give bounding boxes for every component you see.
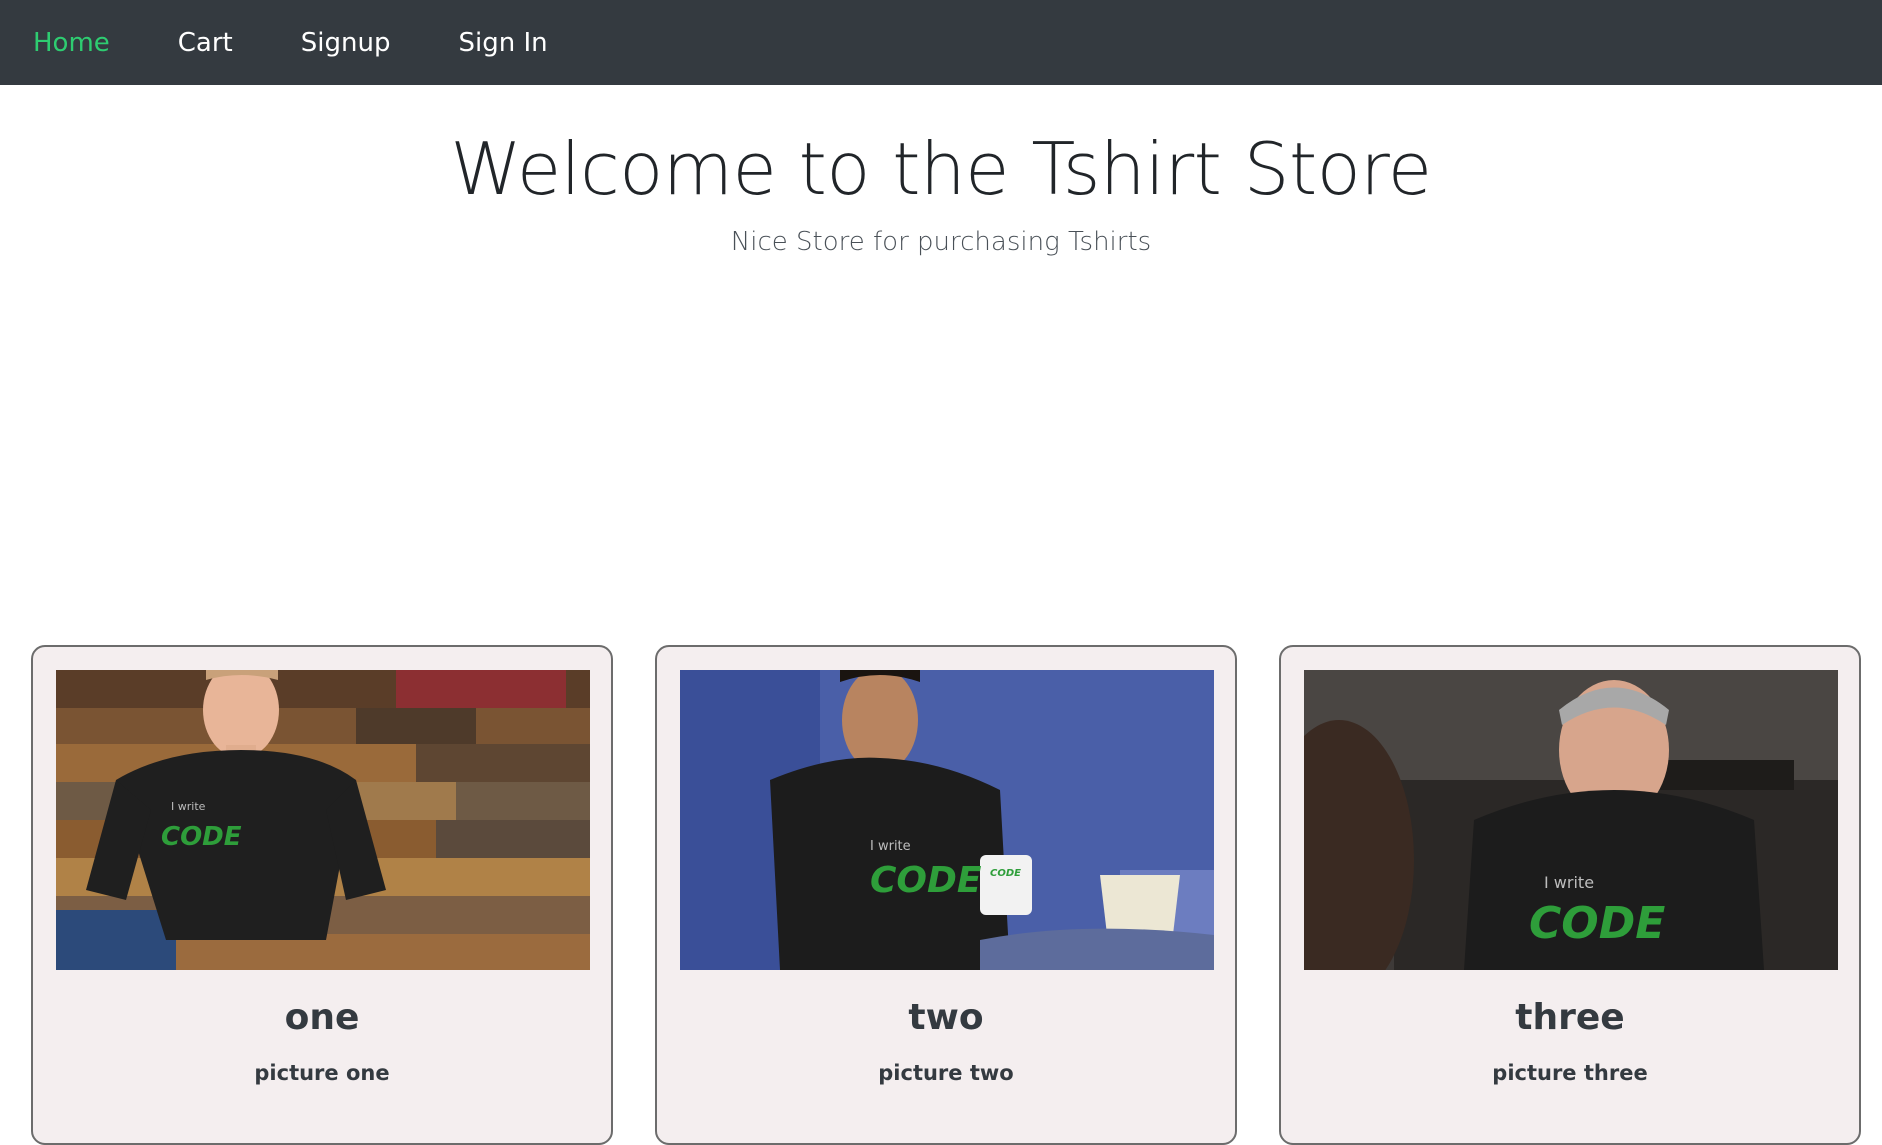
nav-signin-link[interactable]: Sign In bbox=[458, 28, 547, 58]
product-description: picture three bbox=[1492, 1061, 1648, 1086]
svg-text:CODE: CODE bbox=[990, 868, 1021, 879]
hero-section: Welcome to the Tshirt Store Nice Store f… bbox=[0, 85, 1882, 257]
svg-text:CODE: CODE bbox=[161, 822, 242, 852]
older-man-smiling-photo-icon: I write CODE bbox=[1304, 670, 1838, 971]
product-description: picture two bbox=[878, 1061, 1014, 1086]
product-title: three bbox=[1515, 997, 1625, 1039]
product-image: I write CODE bbox=[56, 670, 590, 971]
nav-cart-link[interactable]: Cart bbox=[178, 28, 233, 58]
man-with-mug-photo-icon: CODE I write CODE bbox=[680, 670, 1214, 971]
top-navbar: Home Cart Signup Sign In bbox=[0, 0, 1882, 85]
nav-signup-link[interactable]: Signup bbox=[301, 28, 391, 58]
page-title: Welcome to the Tshirt Store bbox=[450, 127, 1432, 211]
product-card[interactable]: I write CODE one picture one bbox=[31, 645, 613, 1145]
svg-text:I write: I write bbox=[870, 839, 911, 854]
product-description: picture one bbox=[254, 1061, 390, 1086]
product-image: I write CODE bbox=[1304, 670, 1838, 971]
page-subtitle: Nice Store for purchasing Tshirts bbox=[730, 227, 1152, 258]
product-card[interactable]: I write CODE three picture three bbox=[1279, 645, 1861, 1145]
product-title: one bbox=[284, 997, 360, 1039]
man-in-tshirt-photo-icon: I write CODE bbox=[56, 670, 590, 971]
product-title: two bbox=[908, 997, 984, 1039]
nav-home-link[interactable]: Home bbox=[33, 28, 110, 58]
product-image: CODE I write CODE bbox=[680, 670, 1214, 971]
svg-text:CODE: CODE bbox=[1529, 898, 1665, 949]
svg-text:I write: I write bbox=[171, 800, 206, 813]
svg-text:I write: I write bbox=[1544, 873, 1594, 892]
svg-text:CODE: CODE bbox=[870, 860, 982, 901]
product-card[interactable]: CODE I write CODE two picture two bbox=[655, 645, 1237, 1145]
